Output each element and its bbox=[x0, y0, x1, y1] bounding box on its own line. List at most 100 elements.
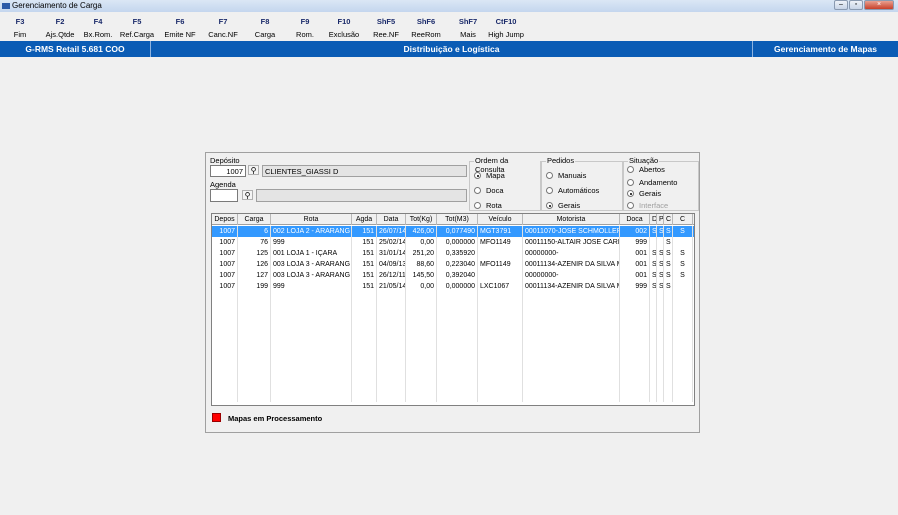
column-header[interactable]: Data bbox=[377, 214, 406, 225]
table-cell bbox=[657, 380, 664, 391]
column-header[interactable]: Tot(Kg) bbox=[406, 214, 437, 225]
column-header[interactable]: P bbox=[657, 214, 664, 225]
table-cell: 1007 bbox=[212, 270, 238, 281]
table-row[interactable]: 1007 76 999 151 25/02/14 0,00 0,000000 MFO1149 0… bbox=[212, 237, 694, 248]
fkey-button-reerom[interactable]: ShF6 ReeRom bbox=[406, 17, 446, 39]
radio-ordem-mapa[interactable]: Mapa bbox=[474, 171, 505, 180]
radio-situacao-abertos[interactable]: Abertos bbox=[627, 165, 665, 174]
table-cell: S bbox=[659, 259, 664, 270]
binoculars-search-icon[interactable]: ⚲ bbox=[248, 165, 259, 175]
fkey-label: Emite NF bbox=[164, 30, 196, 39]
maps-table[interactable]: Depos Carga Rota Agda Data Tot(Kg) Tot(M3) Veíc… bbox=[211, 213, 695, 406]
column-header[interactable]: Carga bbox=[238, 214, 271, 225]
fkey-label: Ree.NF bbox=[373, 30, 399, 39]
fkey-button-emite-nf[interactable]: F6 Emite NF bbox=[160, 17, 200, 39]
radio-pedidos-automticos[interactable]: Automáticos bbox=[546, 186, 599, 195]
radio-pedidos-gerais[interactable]: Gerais bbox=[546, 201, 580, 210]
table-row[interactable]: 1007 125 001 LOJA 1 - IÇARA 151 31/01/14 251,… bbox=[212, 248, 694, 259]
radio-ordem-doca[interactable]: Doca bbox=[474, 186, 504, 195]
agenda-input[interactable] bbox=[210, 189, 238, 202]
fkey-button-fim[interactable]: F3 Fim bbox=[0, 17, 40, 39]
radio-label: Interface bbox=[639, 201, 669, 210]
table-cell bbox=[212, 347, 238, 358]
fkey-button-bx-rom-[interactable]: F4 Bx.Rom. bbox=[78, 17, 118, 39]
radio-situacao-interface[interactable]: Interface bbox=[627, 201, 668, 210]
fkey-button-ree-nf[interactable]: ShF5 Ree.NF bbox=[366, 17, 406, 39]
table-cell: 6 bbox=[238, 226, 271, 237]
column-header[interactable]: Veículo bbox=[478, 214, 523, 225]
column-header[interactable]: Agda bbox=[352, 214, 377, 225]
table-cell bbox=[406, 314, 437, 325]
table-cell bbox=[437, 303, 478, 314]
table-cell bbox=[620, 314, 650, 325]
binoculars-search-icon[interactable]: ⚲ bbox=[242, 190, 253, 200]
table-cell: 00011134-AZENIR DA SILVA M. bbox=[525, 259, 620, 270]
table-cell: 001 bbox=[620, 248, 650, 259]
column-header[interactable]: C bbox=[673, 214, 693, 225]
fkey-button-high-jump[interactable]: CtF10 High Jump bbox=[486, 17, 526, 39]
main-panel: Depósito 1007 ⚲ CLIENTES_GIASSI D Agenda… bbox=[205, 152, 700, 433]
table-cell bbox=[523, 336, 620, 347]
empty-row[interactable] bbox=[212, 358, 694, 369]
table-cell: 127 bbox=[238, 270, 271, 281]
empty-row[interactable] bbox=[212, 336, 694, 347]
close-button[interactable]: × bbox=[864, 0, 894, 10]
empty-row[interactable] bbox=[212, 314, 694, 325]
column-header[interactable]: C bbox=[664, 214, 673, 225]
fkey-button-mais[interactable]: ShF7 Mais bbox=[448, 17, 488, 39]
table-row[interactable]: 1007 126 003 LOJA 3 - ARARANG 151 04/09/13 88… bbox=[212, 259, 694, 270]
fkey-button-rom-[interactable]: F9 Rom. bbox=[285, 17, 325, 39]
fkey-label: Rom. bbox=[296, 30, 314, 39]
fkey-button-canc-nf[interactable]: F7 Canc.NF bbox=[203, 17, 243, 39]
fkey-button-exclus-o[interactable]: F10 Exclusão bbox=[324, 17, 364, 39]
table-cell bbox=[271, 358, 352, 369]
fkey-shortcut: F9 bbox=[300, 17, 310, 26]
table-row[interactable]: 1007 199 999 151 21/05/14 0,00 0,000000 LXC1067… bbox=[212, 281, 694, 292]
empty-row[interactable] bbox=[212, 303, 694, 314]
column-header[interactable]: Motorista bbox=[523, 214, 620, 225]
empty-row[interactable] bbox=[212, 391, 694, 402]
column-header[interactable]: Tot(M3) bbox=[437, 214, 478, 225]
deposito-input[interactable]: 1007 bbox=[210, 165, 246, 177]
empty-row[interactable] bbox=[212, 369, 694, 380]
column-header[interactable]: D bbox=[650, 214, 657, 225]
table-cell bbox=[657, 391, 664, 402]
empty-row[interactable] bbox=[212, 325, 694, 336]
table-cell bbox=[620, 303, 650, 314]
radio-label: Gerais bbox=[639, 189, 662, 198]
empty-row[interactable] bbox=[212, 292, 694, 303]
table-row[interactable]: 1007 6 002 LOJA 2 - ARARANG 151 26/07/14 426,… bbox=[212, 226, 694, 237]
fkey-label: Fim bbox=[13, 30, 27, 39]
empty-row[interactable] bbox=[212, 347, 694, 358]
column-header[interactable]: Rota bbox=[271, 214, 352, 225]
fkey-button-ajs-qtde[interactable]: F2 Ajs.Qtde bbox=[40, 17, 80, 39]
fkey-shortcut: ShF7 bbox=[458, 17, 478, 26]
table-cell bbox=[620, 369, 650, 380]
empty-row[interactable] bbox=[212, 380, 694, 391]
radio-situacao-gerais[interactable]: Gerais bbox=[627, 189, 661, 198]
radio-pedidos-manuais[interactable]: Manuais bbox=[546, 171, 586, 180]
fkey-button-carga[interactable]: F8 Carga bbox=[245, 17, 285, 39]
table-cell: 999 bbox=[271, 237, 352, 248]
legend-color-swatch bbox=[212, 413, 221, 422]
fkey-button-ref-carga[interactable]: F5 Ref.Carga bbox=[117, 17, 157, 39]
fkey-label: Ref.Carga bbox=[119, 30, 155, 39]
table-cell bbox=[377, 380, 406, 391]
radio-situacao-andamento[interactable]: Andamento bbox=[627, 178, 677, 187]
radio-label: Andamento bbox=[639, 178, 678, 187]
column-header[interactable]: Depos bbox=[212, 214, 238, 225]
table-cell bbox=[238, 369, 271, 380]
column-header[interactable]: Doca bbox=[620, 214, 650, 225]
radio-ordem-rota[interactable]: Rota bbox=[474, 201, 502, 210]
minimize-button[interactable]: – bbox=[834, 0, 848, 10]
table-cell bbox=[673, 380, 693, 391]
restore-button[interactable]: ▫ bbox=[849, 0, 863, 10]
table-cell: MFO1149 bbox=[478, 259, 523, 270]
table-row[interactable]: 1007 127 003 LOJA 3 - ARARANG 151 26/12/11 14… bbox=[212, 270, 694, 281]
radio-icon bbox=[474, 172, 481, 179]
table-cell bbox=[657, 369, 664, 380]
table-cell bbox=[673, 281, 693, 292]
table-cell bbox=[523, 303, 620, 314]
table-cell bbox=[406, 391, 437, 402]
table-header[interactable]: Depos Carga Rota Agda Data Tot(Kg) Tot(M3) Veíc… bbox=[212, 214, 694, 225]
